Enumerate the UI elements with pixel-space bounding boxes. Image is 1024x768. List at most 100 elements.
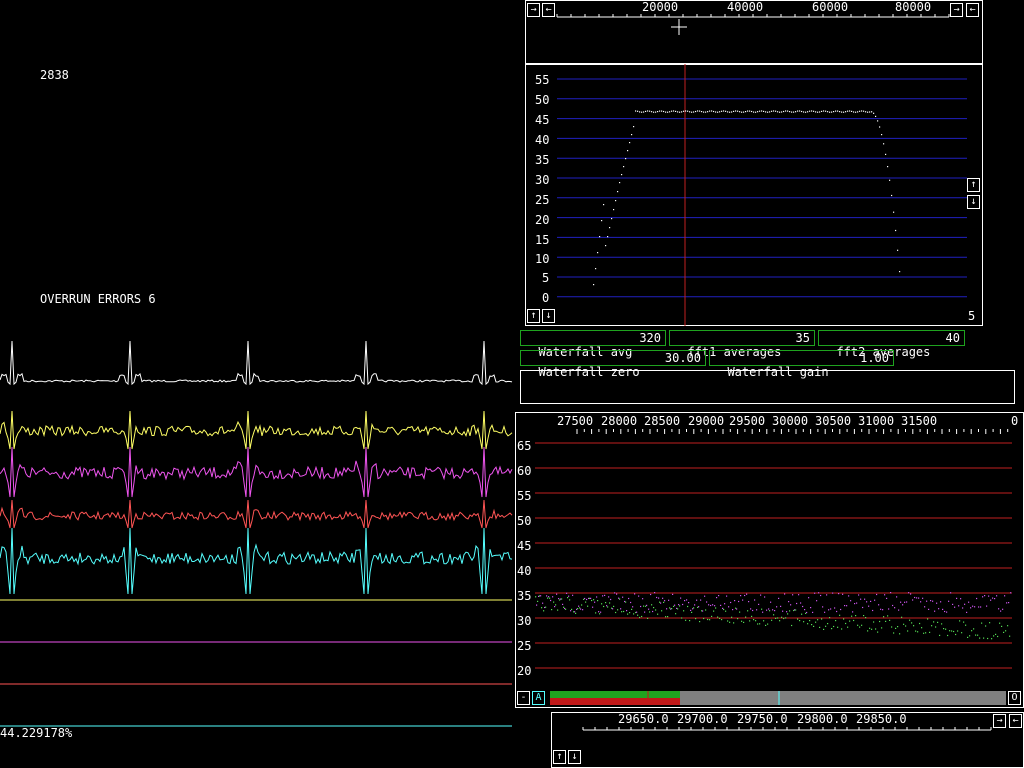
spectrum-point	[657, 111, 659, 113]
baseband-dot-magenta	[680, 597, 682, 599]
o-button[interactable]: O	[1008, 691, 1021, 705]
spectrum-point	[837, 110, 839, 112]
spectrum-point	[723, 110, 725, 112]
spectrum-point	[707, 111, 709, 113]
spectrum-y-tick: 15	[535, 233, 549, 247]
baseband-dot-green	[991, 638, 993, 640]
baseband-dot-magenta	[714, 605, 716, 607]
baseband-dot-green	[851, 615, 853, 617]
baseband-dot-green	[671, 608, 673, 610]
baseband-dot-green	[705, 609, 707, 611]
baseband-dot-green	[939, 634, 941, 636]
baseband-dot-magenta	[748, 601, 750, 603]
spectrum-point	[727, 111, 729, 113]
baseband-dot-magenta	[772, 609, 774, 611]
baseband-dot-magenta	[668, 599, 670, 601]
bottom-scale-tick-label: 29700.0	[677, 712, 728, 726]
fft1-averages-field[interactable]: fft1 averages 35	[669, 330, 815, 359]
baseband-dot-green	[639, 616, 641, 619]
baseband-dot-magenta	[754, 599, 756, 601]
baseband-dot-green	[979, 637, 981, 639]
scale-down-button[interactable]: ↓	[967, 195, 980, 209]
auto-button[interactable]: A	[532, 691, 545, 705]
spectrum-up-button[interactable]: ↑	[527, 309, 540, 323]
minus-button[interactable]: -	[517, 691, 530, 705]
bottom-down-button[interactable]: ↓	[568, 750, 581, 764]
baseband-dot-green	[555, 604, 557, 606]
baseband-dot-magenta	[644, 611, 646, 613]
baseband-dot-magenta	[632, 606, 634, 608]
spectrum-point	[771, 110, 773, 112]
waterfall-gain-field[interactable]: Waterfall gain 1.00	[709, 350, 894, 379]
baseband-dot-green	[833, 625, 835, 628]
fft2-averages-value: 40	[945, 331, 960, 345]
spectrum-y-tick: 10	[535, 252, 549, 266]
baseband-dot-green	[535, 596, 537, 598]
spectrum-point	[655, 111, 657, 113]
baseband-dot-green	[617, 609, 619, 611]
spectrum-point	[817, 111, 819, 113]
baseband-dot-magenta	[884, 594, 886, 596]
baseband-dot-magenta	[912, 599, 914, 601]
waterfall-zero-field[interactable]: Waterfall zero 30.00	[520, 350, 706, 379]
waterfall-avg-field[interactable]: Waterfall avg 320	[520, 330, 666, 359]
trace-white	[0, 340, 513, 386]
baseband-dot-magenta	[948, 600, 950, 602]
baseband-dot-green	[879, 620, 881, 623]
baseband-dot-green	[835, 620, 837, 622]
spectrum-point	[873, 112, 875, 114]
baseband-dot-green	[981, 622, 983, 624]
baseband-dot-magenta	[598, 611, 600, 613]
spectrum-down-button[interactable]: ↓	[542, 309, 555, 323]
baseband-dot-green	[941, 623, 943, 625]
baseband-dot-green	[987, 637, 989, 640]
baseband-dot-green	[631, 608, 633, 610]
baseband-dot-green	[1003, 631, 1005, 633]
baseband-dot-magenta	[932, 600, 934, 602]
baseband-dot-magenta	[1004, 595, 1006, 597]
baseband-dot-green	[629, 612, 631, 614]
baseband-dot-green	[731, 616, 733, 618]
baseband-dot-green	[823, 628, 825, 630]
crosshair-cursor[interactable]	[671, 19, 687, 35]
baseband-dot-green	[1009, 635, 1011, 637]
bottom-scroll-right-button[interactable]: →	[993, 714, 1006, 728]
baseband-dot-green	[863, 615, 865, 617]
spectrum-point	[719, 111, 721, 113]
bottom-scroll-left-button[interactable]: ←	[1009, 714, 1022, 728]
baseband-dot-green	[839, 614, 841, 616]
baseband-y-tick: 20	[517, 664, 531, 678]
spectrum-point	[621, 174, 623, 176]
spectrum-point	[807, 111, 809, 113]
spectrum-point	[859, 110, 861, 112]
baseband-dot-green	[775, 617, 777, 619]
baseband-dot-green	[551, 609, 553, 611]
fft2-averages-field[interactable]: fft2 averages 40	[818, 330, 965, 359]
waterfall-area[interactable]	[520, 370, 1015, 404]
baseband-dot-green	[891, 626, 893, 628]
baseband-dot-green	[813, 625, 815, 627]
baseband-dot-magenta	[996, 595, 998, 597]
baseband-dot-green	[739, 611, 741, 613]
baseband-dot-green	[743, 621, 745, 623]
baseband-dot-magenta	[916, 597, 918, 599]
baseband-dot-magenta	[924, 606, 926, 608]
baseband-dot-green	[917, 631, 919, 633]
spectrum-point	[791, 111, 793, 113]
baseband-dot-magenta	[920, 601, 922, 603]
baseband-dot-green	[557, 609, 559, 611]
scale-up-button[interactable]: ↑	[967, 178, 980, 192]
spectrum-point	[643, 111, 645, 113]
baseband-dot-green	[895, 627, 897, 629]
baseband-dot-green	[699, 621, 701, 623]
baseband-dot-green	[553, 601, 555, 603]
spectrum-point	[893, 211, 895, 213]
sample-counter: 2838	[40, 68, 69, 82]
bottom-up-button[interactable]: ↑	[553, 750, 566, 764]
spectrum-point	[895, 229, 897, 232]
baseband-dot-magenta	[746, 593, 748, 595]
baseband-dot-magenta	[594, 601, 596, 603]
spectrum-point	[877, 120, 879, 122]
spectrum-point	[605, 245, 607, 247]
baseband-dot-magenta	[698, 606, 700, 608]
